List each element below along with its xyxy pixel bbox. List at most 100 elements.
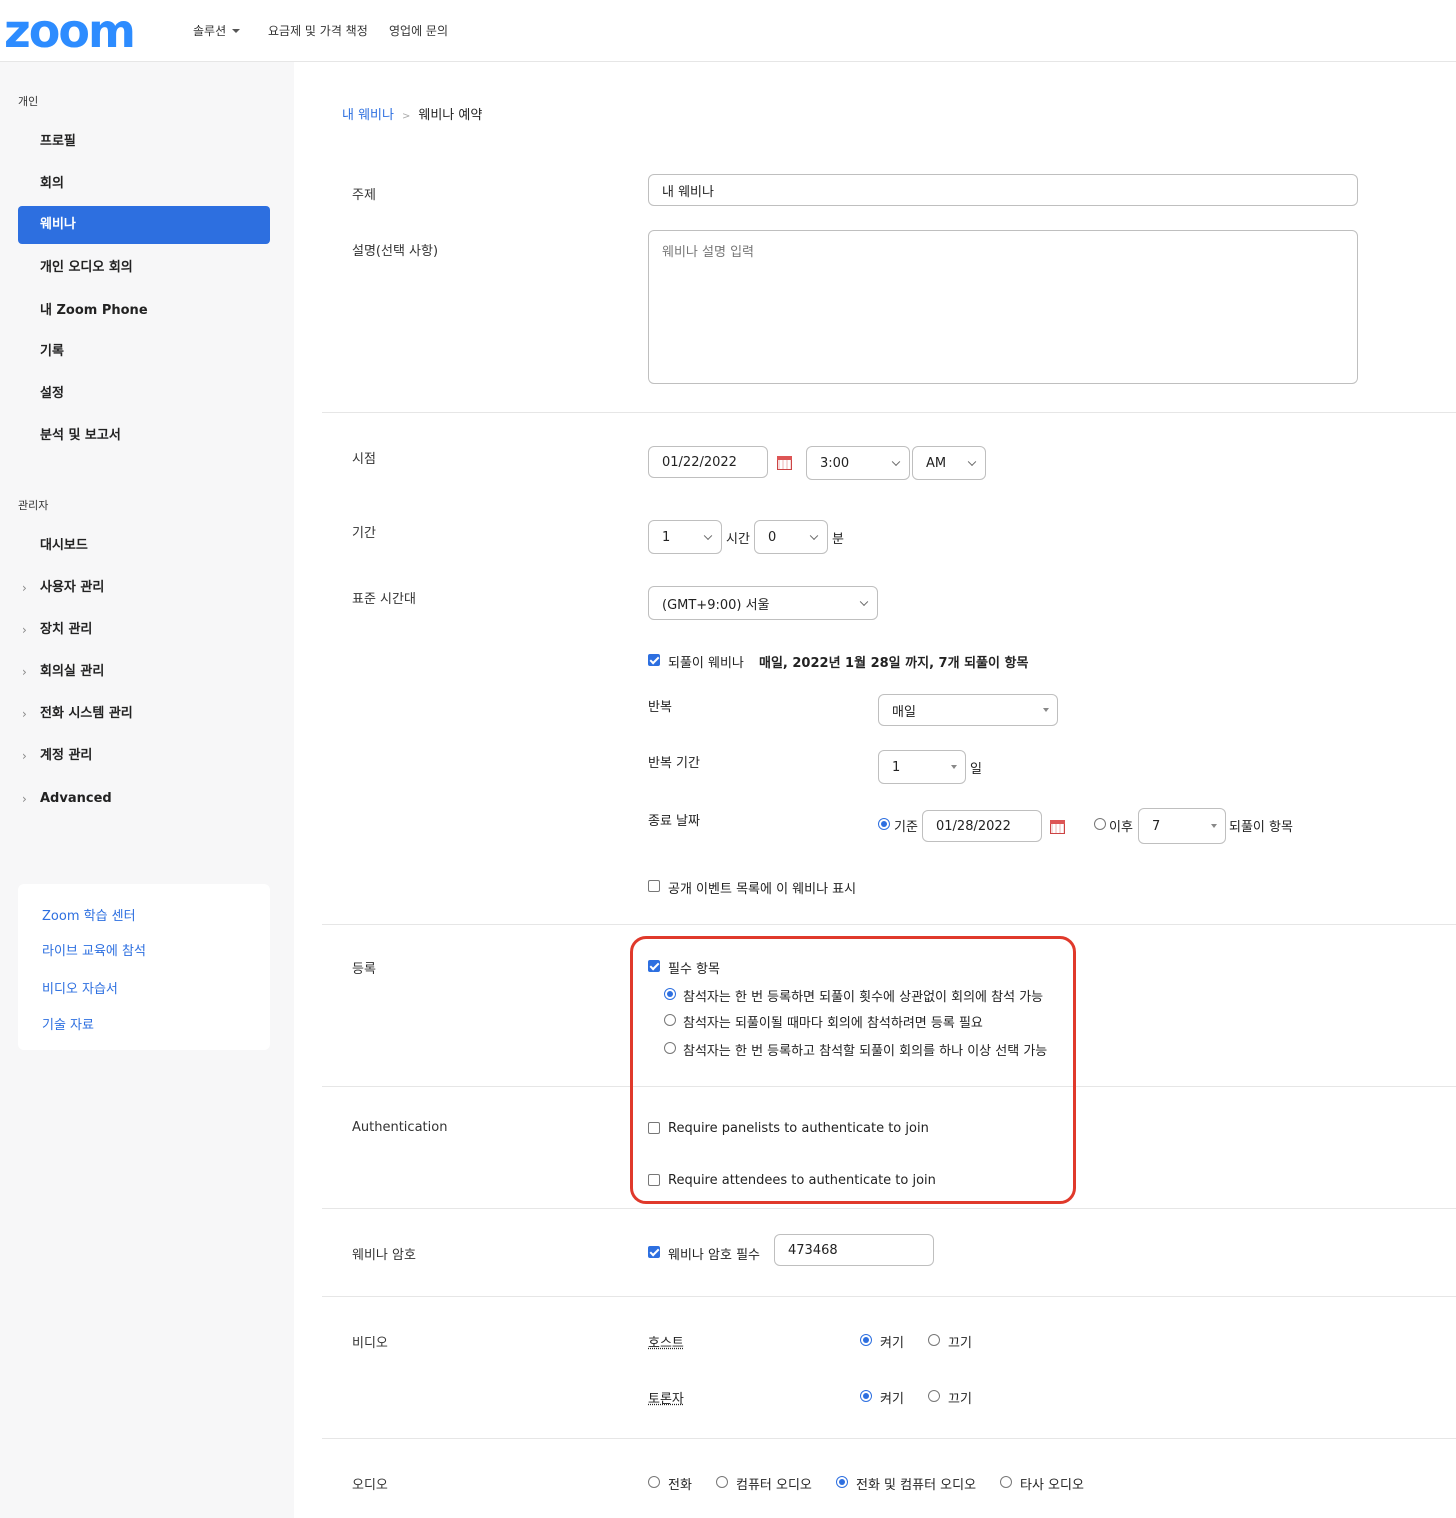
end-after-label: 이후 [1109, 820, 1133, 835]
chevron-right-icon: › [22, 581, 27, 595]
chevron-right-icon: › [22, 707, 27, 721]
timezone-label: 표준 시간대 [352, 592, 416, 607]
authentication-label: Authentication [352, 1120, 448, 1135]
divider [322, 412, 1456, 413]
duration-minutes-select[interactable]: 0 [754, 520, 828, 554]
end-after-unit: 되풀이 항목 [1229, 820, 1293, 835]
sidebar-item-personal-audio[interactable]: 개인 오디오 회의 [18, 249, 270, 287]
topic-input[interactable]: 내 웨비나 [648, 174, 1358, 206]
repeat-select[interactable]: 매일 [878, 694, 1058, 726]
date-input[interactable]: 01/22/2022 [648, 446, 768, 478]
hours-unit: 시간 [726, 532, 750, 547]
breadcrumb-separator: > [401, 111, 411, 122]
audio-third-party-label: 타사 오디오 [1020, 1478, 1084, 1493]
audio-third-party-radio[interactable] [1000, 1476, 1012, 1488]
sidebar-item-zoom-phone[interactable]: 내 Zoom Phone [18, 292, 270, 330]
chevron-right-icon: › [22, 623, 27, 637]
audio-both-radio[interactable] [836, 1476, 848, 1488]
description-textarea[interactable]: 웨비나 설명 입력 [648, 230, 1358, 384]
audio-computer-label: 컴퓨터 오디오 [736, 1478, 812, 1493]
topic-label: 주제 [352, 188, 376, 203]
link-live-training[interactable]: 라이브 교육에 참석 [42, 940, 146, 959]
recurring-checkbox[interactable] [648, 654, 660, 666]
time-select[interactable]: 3:00 [806, 446, 910, 480]
panelist-video-off-label: 끄기 [948, 1392, 972, 1407]
chevron-down-icon [891, 457, 901, 467]
link-knowledge-base[interactable]: 기술 자료 [42, 1014, 94, 1033]
host-video-off-radio[interactable] [928, 1334, 940, 1346]
duration-hours-select[interactable]: 1 [648, 520, 722, 554]
chevron-down-icon [859, 597, 869, 607]
sidebar-item-room-management[interactable]: › 회의실 관리 [18, 653, 270, 691]
end-by-label: 기준 [894, 820, 918, 835]
nav-pricing[interactable]: 요금제 및 가격 책정 [268, 22, 368, 39]
host-video-on-label: 켜기 [880, 1336, 904, 1351]
duration-label: 기간 [352, 526, 376, 541]
breadcrumb-current: 웨비나 예약 [418, 108, 483, 123]
sidebar-item-profile[interactable]: 프로필 [18, 123, 270, 161]
chevron-down-icon [232, 29, 241, 33]
end-by-radio[interactable] [878, 818, 890, 830]
interval-unit: 일 [970, 762, 982, 777]
end-after-radio[interactable] [1094, 818, 1106, 830]
highlight-annotation [630, 936, 1076, 1204]
link-video-tutorials[interactable]: 비디오 자습서 [42, 978, 118, 997]
calendar-icon[interactable] [1050, 820, 1065, 834]
audio-label: 오디오 [352, 1478, 388, 1493]
passcode-checkbox-label: 웨비나 암호 필수 [668, 1248, 760, 1263]
dropdown-arrow-icon [1043, 708, 1049, 712]
timezone-select[interactable]: (GMT+9:00) 서울 [648, 586, 878, 620]
audio-telephone-radio[interactable] [648, 1476, 660, 1488]
passcode-checkbox[interactable] [648, 1246, 660, 1258]
chevron-right-icon: › [22, 792, 27, 806]
repeat-label: 반복 [648, 700, 672, 715]
video-label: 비디오 [352, 1336, 388, 1351]
chevron-down-icon [809, 531, 819, 541]
chevron-down-icon [703, 531, 713, 541]
sidebar-item-webinars[interactable]: 웨비나 [18, 206, 270, 244]
panelist-video-on-radio[interactable] [860, 1390, 872, 1402]
zoom-logo[interactable]: zoom [4, 4, 160, 58]
link-learning-center[interactable]: Zoom 학습 센터 [42, 905, 136, 924]
nav-solutions[interactable]: 솔루션 [193, 22, 241, 39]
public-list-checkbox[interactable] [648, 880, 660, 892]
host-video-on-radio[interactable] [860, 1334, 872, 1346]
sidebar-item-user-management[interactable]: › 사용자 관리 [18, 569, 270, 607]
registration-label: 등록 [352, 962, 376, 977]
end-date-input[interactable]: 01/28/2022 [922, 810, 1042, 842]
sidebar-item-recordings[interactable]: 기록 [18, 333, 270, 371]
description-label: 설명(선택 사항) [352, 244, 439, 259]
sidebar-item-advanced[interactable]: › Advanced [18, 780, 270, 818]
chevron-right-icon: › [22, 665, 27, 679]
recurring-label: 되풀이 웨비나 [668, 656, 744, 671]
breadcrumb-my-webinars[interactable]: 내 웨비나 [342, 108, 394, 123]
sidebar-item-settings[interactable]: 설정 [18, 375, 270, 413]
sidebar-item-meetings[interactable]: 회의 [18, 165, 270, 203]
public-list-label: 공개 이벤트 목록에 이 웨비나 표시 [668, 882, 857, 897]
panelist-video-off-radio[interactable] [928, 1390, 940, 1402]
chevron-down-icon [967, 457, 977, 467]
calendar-icon[interactable] [777, 456, 792, 470]
dropdown-arrow-icon [951, 765, 957, 769]
end-date-label: 종료 날짜 [648, 814, 700, 829]
sidebar-item-reports[interactable]: 분석 및 보고서 [18, 417, 270, 455]
sidebar-item-device-management[interactable]: › 장치 관리 [18, 611, 270, 649]
passcode-input[interactable]: 473468 [774, 1234, 934, 1266]
sidebar-item-account-management[interactable]: › 계정 관리 [18, 737, 270, 775]
audio-computer-radio[interactable] [716, 1476, 728, 1488]
sidebar-item-phone-system[interactable]: › 전화 시스템 관리 [18, 695, 270, 733]
interval-select[interactable]: 1 [878, 750, 966, 784]
interval-label: 반복 기간 [648, 756, 700, 771]
panelist-video-on-label: 켜기 [880, 1392, 904, 1407]
divider [322, 924, 1456, 925]
breadcrumb: 내 웨비나 > 웨비나 예약 [342, 104, 482, 123]
when-label: 시점 [352, 452, 376, 467]
ampm-select[interactable]: AM [912, 446, 986, 480]
section-admin: 관리자 [18, 499, 49, 512]
sidebar-item-dashboard[interactable]: 대시보드 [18, 527, 270, 565]
audio-both-label: 전화 및 컴퓨터 오디오 [856, 1478, 977, 1493]
end-after-select[interactable]: 7 [1138, 808, 1226, 844]
host-video-off-label: 끄기 [948, 1336, 972, 1351]
divider [322, 1438, 1456, 1439]
nav-contact-sales[interactable]: 영업에 문의 [389, 22, 448, 39]
